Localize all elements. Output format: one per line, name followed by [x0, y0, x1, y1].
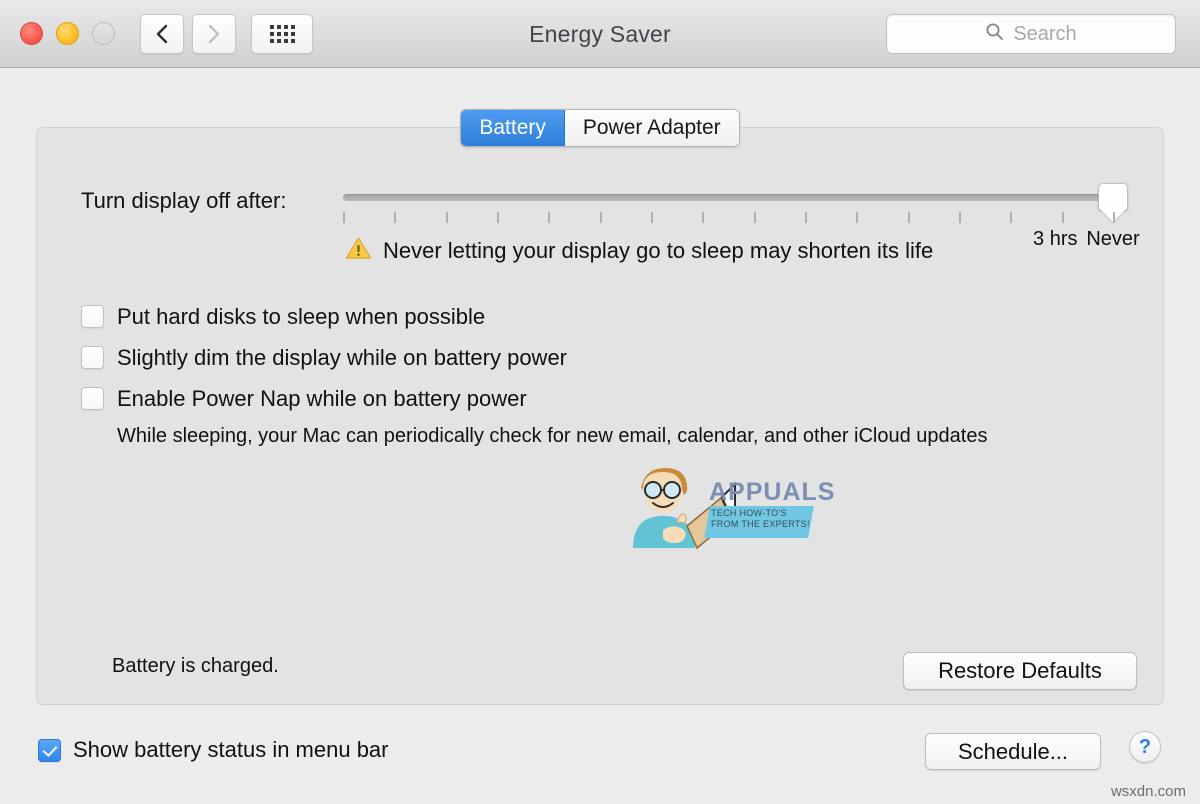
site-watermark: wsxdn.com: [1110, 783, 1186, 800]
power-nap-label: Enable Power Nap while on battery power: [117, 385, 527, 411]
slider-tick: [445, 212, 448, 223]
slider-tick: [548, 212, 551, 223]
sleep-warning: Never letting your display go to sleep m…: [345, 236, 933, 265]
slider-tick: [907, 212, 910, 223]
energy-saver-window: Energy Saver Search Battery Power Adapte…: [0, 0, 1200, 804]
slider-tick: [805, 212, 807, 223]
slider-track[interactable]: [343, 183, 1128, 210]
show-battery-status-row[interactable]: Show battery status in menu bar: [38, 737, 389, 763]
slider-tick: [651, 212, 653, 223]
slider-tick: [599, 212, 602, 223]
slider-scale-label: 3 hrs: [1033, 228, 1078, 250]
slider-tick: [702, 212, 705, 223]
slider-tick: [959, 212, 961, 223]
checkbox-row-hard-disk-sleep[interactable]: Put hard disks to sleep when possible: [81, 296, 987, 337]
slider-scale-label: Never: [1086, 228, 1140, 250]
tab-power-adapter[interactable]: Power Adapter: [564, 110, 739, 146]
slider-ticks: [343, 212, 1115, 224]
window-titlebar: Energy Saver Search: [0, 0, 1200, 68]
schedule-button[interactable]: Schedule...: [925, 733, 1101, 770]
search-input[interactable]: Search: [1013, 23, 1076, 46]
slider-label: Turn display off after:: [81, 188, 287, 213]
battery-status-text: Battery is charged.: [112, 655, 279, 677]
tab-bar: Battery Power Adapter: [0, 109, 1200, 147]
search-icon: [985, 22, 1004, 46]
search-field[interactable]: Search: [886, 14, 1176, 54]
checkbox-row-power-nap[interactable]: Enable Power Nap while on battery power: [81, 378, 987, 419]
slider-tick: [1113, 212, 1115, 223]
show-battery-status-checkbox[interactable]: [38, 738, 61, 762]
dim-display-label: Slightly dim the display while on batter…: [117, 344, 568, 370]
slider-tick: [856, 212, 859, 223]
checkbox-row-dim-display[interactable]: Slightly dim the display while on batter…: [81, 337, 987, 378]
man-with-laptop-icon: [633, 468, 736, 550]
appuals-banner: [704, 506, 814, 538]
appuals-watermark: APPUALS TECH HOW-TO'S FROM THE EXPERTS!: [623, 460, 834, 550]
power-nap-description: While sleeping, your Mac can periodicall…: [117, 425, 988, 447]
power-nap-checkbox[interactable]: [81, 387, 104, 410]
settings-panel: Turn display off after: 3 hrs Never Never…: [36, 127, 1164, 705]
show-battery-status-label: Show battery status in menu bar: [73, 737, 389, 762]
appuals-tagline-text: TECH HOW-TO'S FROM THE EXPERTS!: [711, 508, 810, 529]
sleep-warning-text: Never letting your display go to sleep m…: [383, 237, 934, 263]
options-list: Put hard disks to sleep when possible Sl…: [81, 296, 987, 448]
slider-tick: [497, 212, 499, 223]
slider-knob[interactable]: [1098, 183, 1128, 210]
slider-tick: [1010, 212, 1013, 223]
help-button[interactable]: ?: [1129, 731, 1161, 763]
hard-disk-sleep-label: Put hard disks to sleep when possible: [117, 303, 486, 329]
slider-tick: [394, 212, 397, 223]
tab-battery[interactable]: Battery: [461, 110, 565, 146]
hard-disk-sleep-checkbox[interactable]: [81, 305, 104, 328]
slider-tick: [753, 212, 756, 223]
restore-defaults-button[interactable]: Restore Defaults: [903, 652, 1137, 690]
appuals-logo-text: APPUALS: [709, 478, 836, 506]
slider-tick: [1061, 212, 1064, 223]
slider-tick: [343, 212, 345, 223]
dim-display-checkbox[interactable]: [81, 346, 104, 369]
warning-triangle-icon: [345, 236, 372, 265]
